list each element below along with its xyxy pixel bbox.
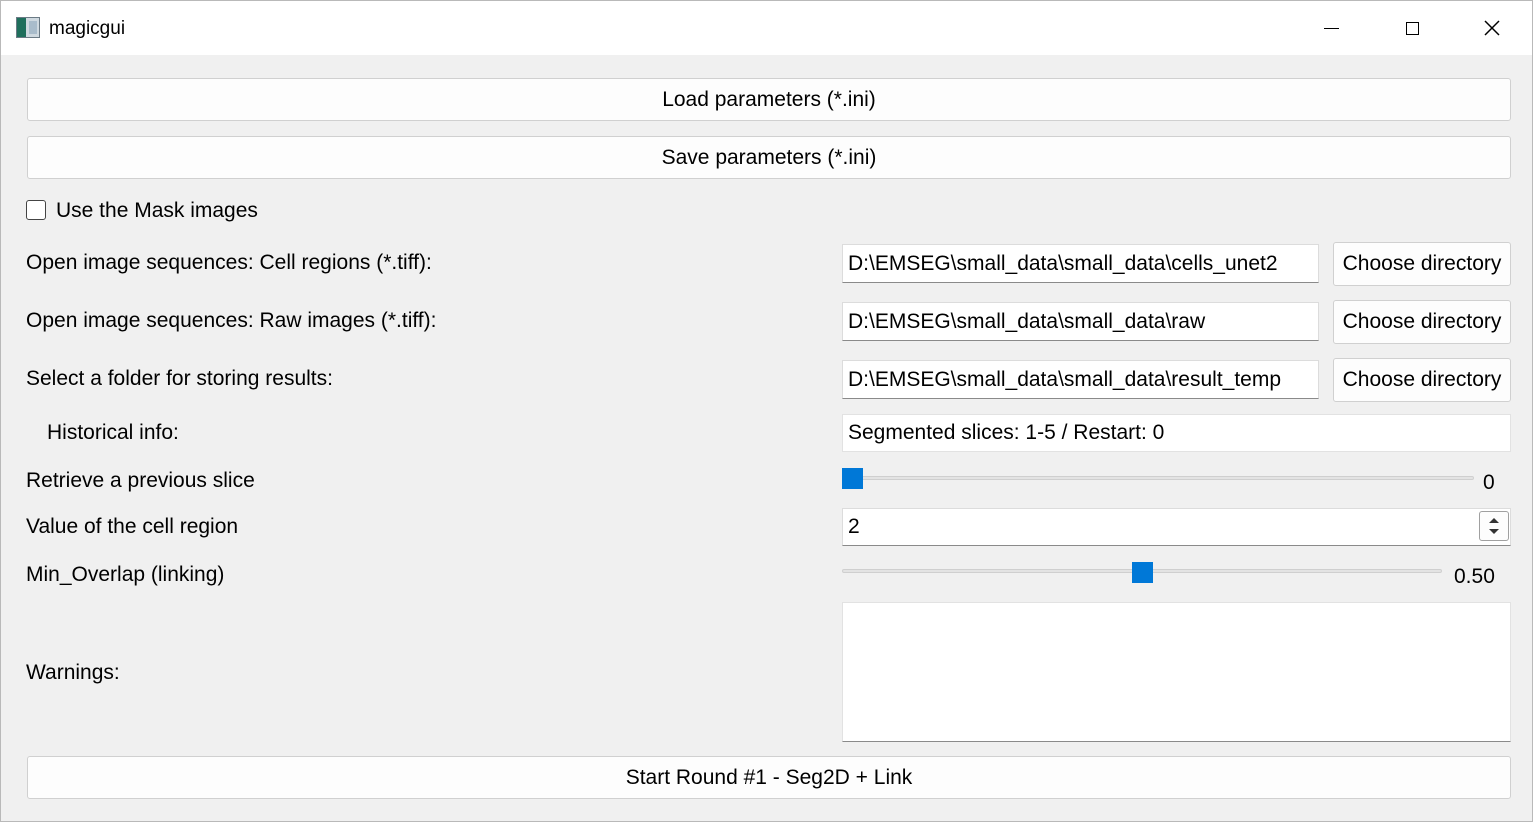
raw-images-path-input[interactable]: D:\EMSEG\small_data\small_data\raw bbox=[842, 302, 1319, 341]
window-title: magicgui bbox=[49, 18, 126, 39]
cell-region-value-label: Value of the cell region bbox=[26, 515, 239, 538]
save-parameters-button[interactable]: Save parameters (*.ini) bbox=[27, 136, 1511, 179]
cell-region-value-spinbox[interactable]: 2 bbox=[842, 508, 1511, 546]
min-overlap-value: 0.50 bbox=[1454, 565, 1495, 588]
cell-regions-label: Open image sequences: Cell regions (*.ti… bbox=[26, 251, 432, 274]
close-button[interactable] bbox=[1452, 1, 1532, 55]
warnings-textbox[interactable] bbox=[842, 602, 1511, 742]
results-folder-path-input[interactable]: D:\EMSEG\small_data\small_data\result_te… bbox=[842, 360, 1319, 399]
spin-down-icon[interactable] bbox=[1489, 529, 1499, 534]
raw-images-choose-directory-button[interactable]: Choose directory bbox=[1333, 300, 1511, 344]
minimize-icon bbox=[1323, 27, 1339, 29]
retrieve-slice-slider-handle[interactable] bbox=[842, 468, 863, 489]
app-icon bbox=[16, 17, 40, 38]
warnings-label: Warnings: bbox=[26, 661, 120, 684]
use-mask-label[interactable]: Use the Mask images bbox=[56, 199, 258, 223]
min-overlap-slider-handle[interactable] bbox=[1131, 562, 1153, 583]
start-round-button[interactable]: Start Round #1 - Seg2D + Link bbox=[27, 756, 1511, 799]
spin-up-icon[interactable] bbox=[1489, 518, 1499, 523]
magicgui-window: magicgui Load parameters (*.ini) Save pa… bbox=[0, 0, 1533, 822]
load-parameters-button[interactable]: Load parameters (*.ini) bbox=[27, 78, 1511, 121]
use-mask-checkbox[interactable] bbox=[26, 200, 46, 220]
close-icon bbox=[1484, 20, 1500, 36]
retrieve-slice-slider-track[interactable] bbox=[842, 476, 1474, 480]
cell-region-value-stepper[interactable] bbox=[1479, 511, 1509, 541]
retrieve-slice-label: Retrieve a previous slice bbox=[26, 469, 255, 492]
results-folder-choose-directory-button[interactable]: Choose directory bbox=[1333, 358, 1511, 402]
cell-regions-choose-directory-button[interactable]: Choose directory bbox=[1333, 242, 1511, 286]
maximize-icon bbox=[1405, 21, 1419, 35]
title-bar[interactable]: magicgui bbox=[1, 1, 1532, 55]
historical-info-label: Historical info: bbox=[47, 421, 179, 444]
results-folder-label: Select a folder for storing results: bbox=[26, 367, 333, 390]
raw-images-label: Open image sequences: Raw images (*.tiff… bbox=[26, 309, 437, 332]
min-overlap-label: Min_Overlap (linking) bbox=[26, 563, 225, 586]
minimize-button[interactable] bbox=[1291, 1, 1371, 55]
maximize-button[interactable] bbox=[1372, 1, 1452, 55]
cell-regions-path-input[interactable]: D:\EMSEG\small_data\small_data\cells_une… bbox=[842, 244, 1319, 283]
historical-info-value: Segmented slices: 1-5 / Restart: 0 bbox=[842, 414, 1511, 452]
retrieve-slice-value: 0 bbox=[1483, 471, 1495, 494]
